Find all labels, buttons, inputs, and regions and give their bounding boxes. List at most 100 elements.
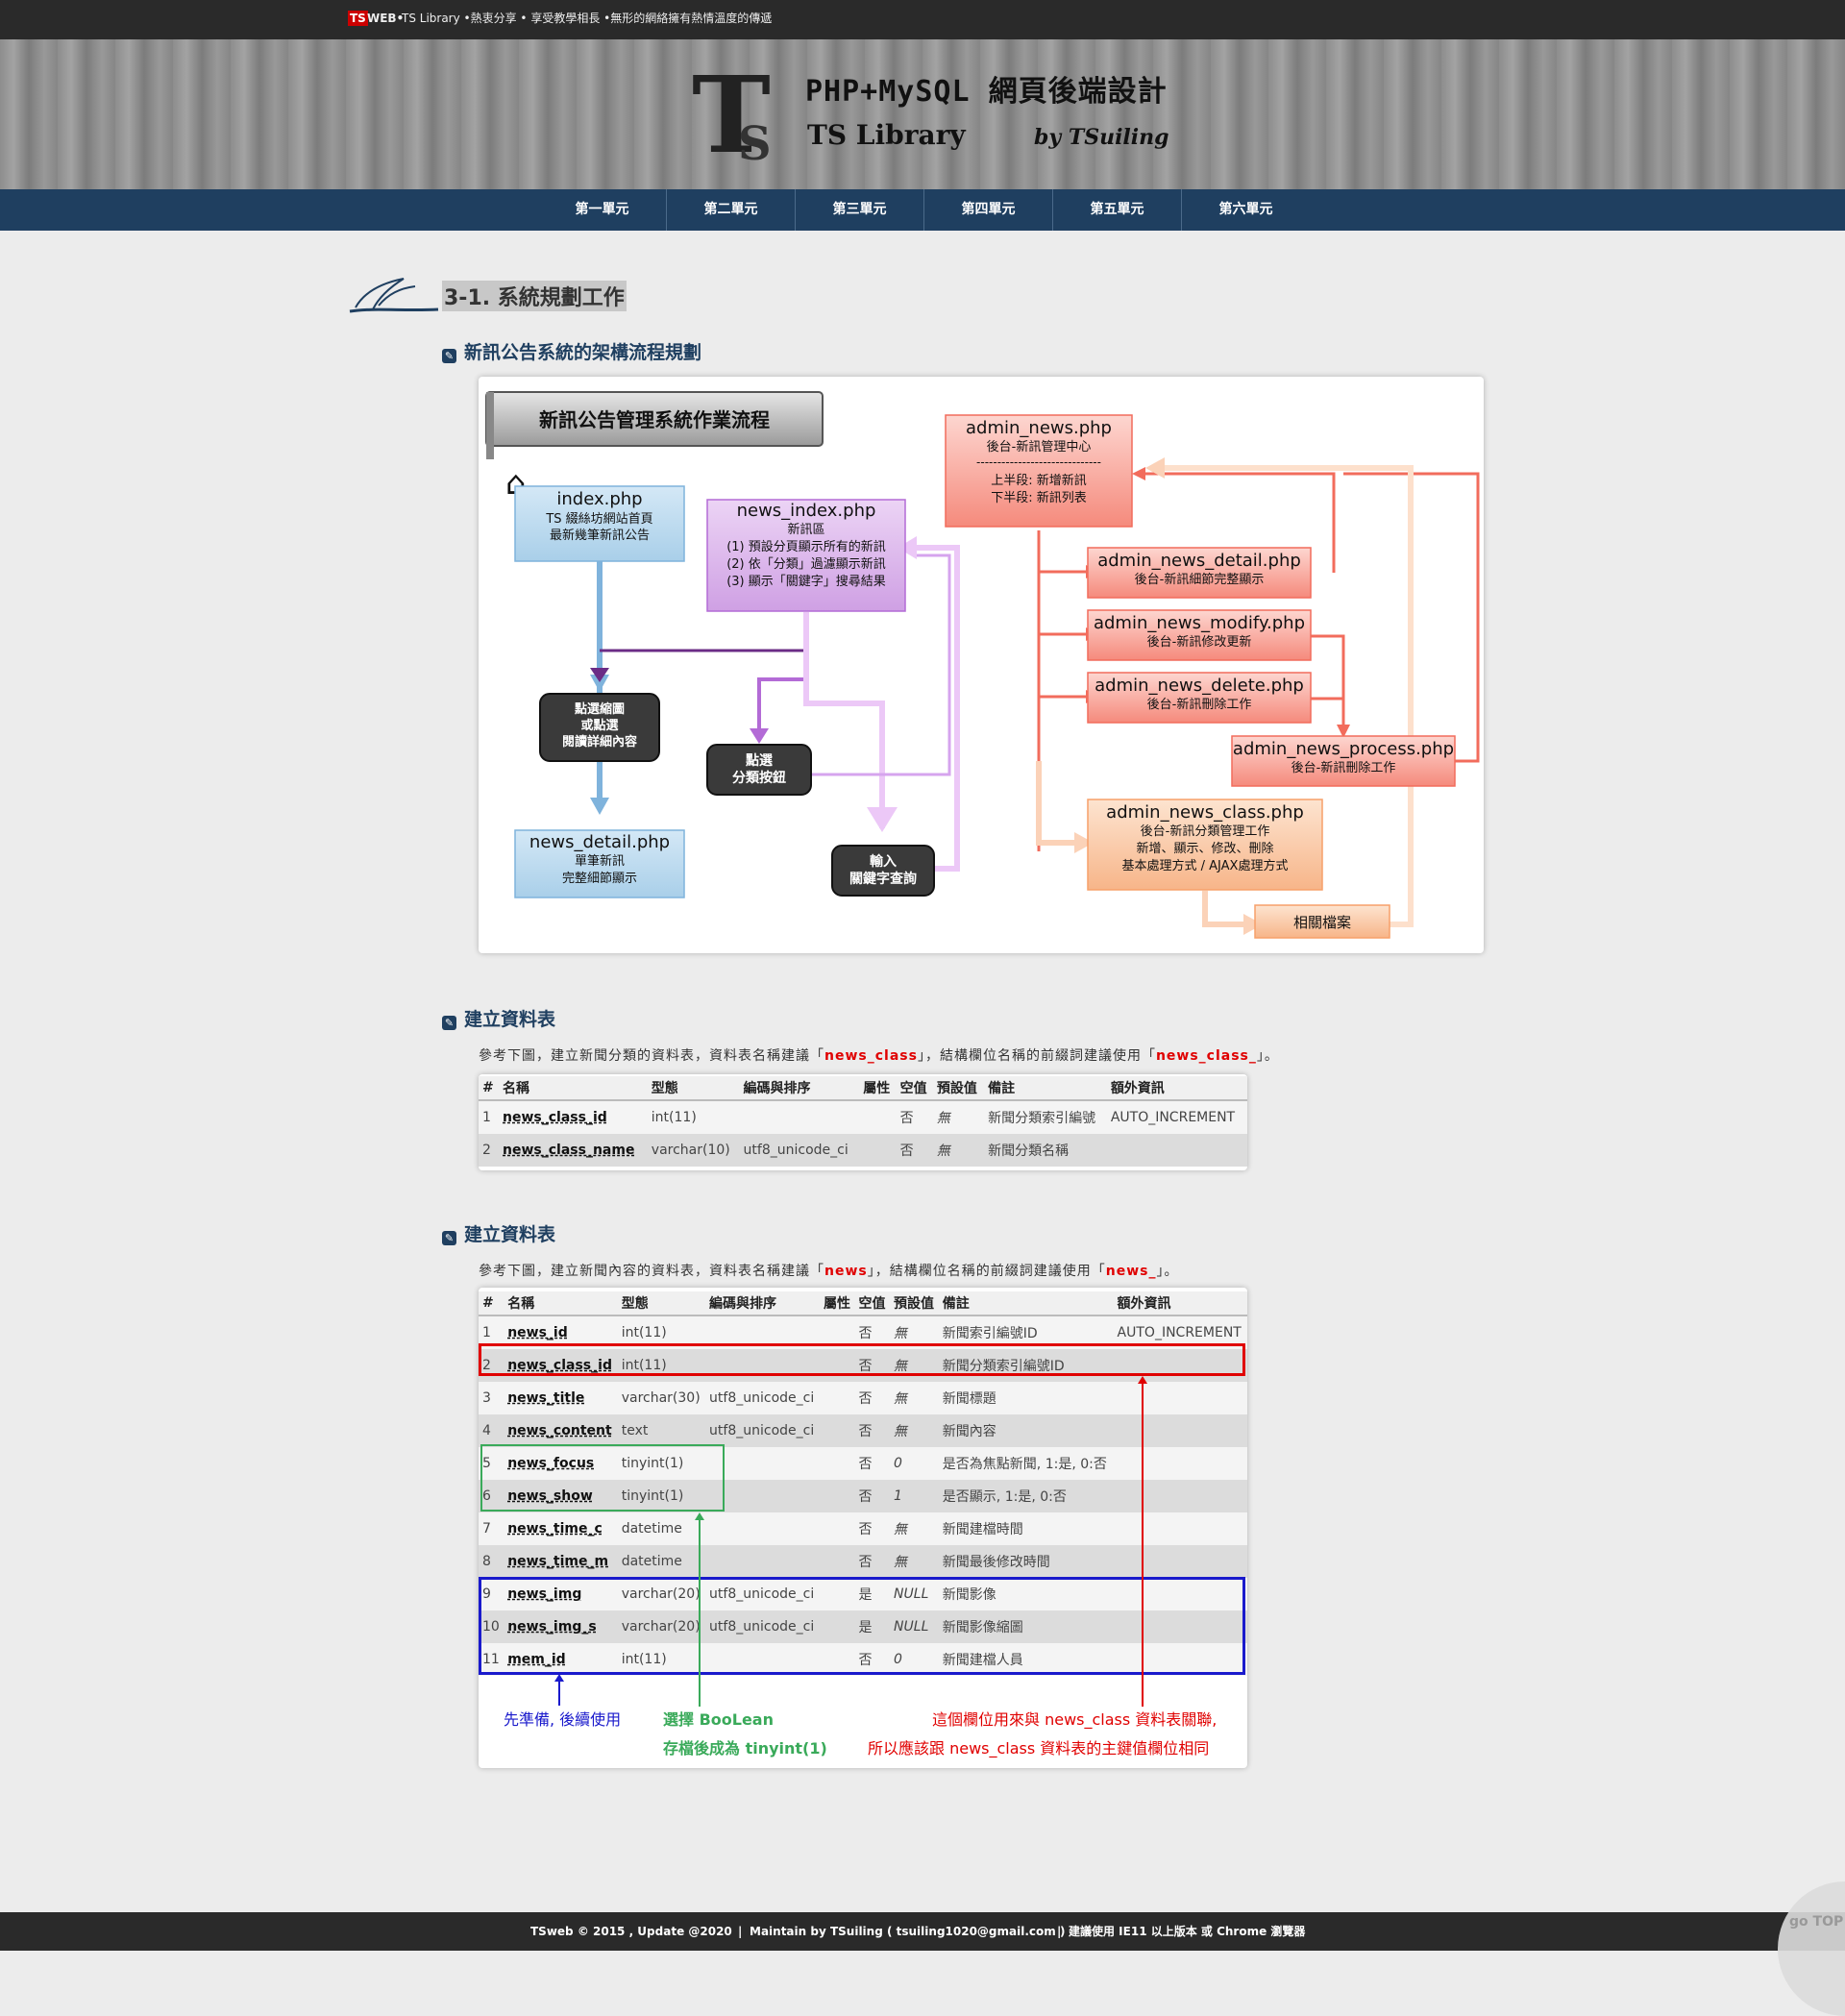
- site-author: by TSuiling: [1034, 125, 1169, 150]
- svg-text:S: S: [738, 117, 772, 171]
- section-heading: 3-1. 系統規劃工作: [346, 273, 653, 319]
- table-cell: utf8_unicode_ci: [739, 1134, 860, 1167]
- nav-unit-6[interactable]: 第六單元: [1182, 189, 1310, 231]
- quill-icon: [349, 278, 439, 313]
- column-header[interactable]: 空值: [896, 1076, 933, 1101]
- table-cell: 否: [854, 1545, 891, 1578]
- node-news-index[interactable]: news_index.php 新訊區 (1) 預設分頁顯示所有的新訊 (2) 依…: [706, 499, 906, 612]
- column-header[interactable]: 編碼與排序: [739, 1076, 860, 1101]
- column-header[interactable]: 空值: [854, 1291, 891, 1316]
- table-cell: 否: [854, 1480, 891, 1512]
- field-name[interactable]: news_title: [504, 1382, 618, 1414]
- node-admin-delete[interactable]: admin_news_delete.php 後台-新訊刪除工作: [1087, 672, 1312, 724]
- table-row[interactable]: 7 news_time_c datetime 否無新聞建檔時間: [479, 1512, 1247, 1545]
- table-cell: [819, 1382, 855, 1414]
- ts-logo-mark: TS: [348, 11, 368, 26]
- svg-text:相關檔案: 相關檔案: [1293, 914, 1351, 931]
- column-header[interactable]: 額外資訊: [1113, 1291, 1247, 1316]
- node-input-keyword[interactable]: 輸入 關鍵字查詢: [831, 845, 935, 897]
- field-name[interactable]: news_class_name: [499, 1134, 648, 1167]
- column-header[interactable]: #: [479, 1076, 499, 1101]
- svg-text:TS 綴絲坊網站首頁: TS 綴絲坊網站首頁: [545, 512, 652, 527]
- go-top-button[interactable]: go TOP: [1778, 1881, 1845, 2016]
- column-header[interactable]: 預設值: [890, 1291, 939, 1316]
- nav-unit-3[interactable]: 第三單元: [796, 189, 924, 231]
- note-blue: 先準備, 後續使用: [504, 1710, 622, 1729]
- table-cell: utf8_unicode_ci: [705, 1414, 820, 1447]
- field-name[interactable]: news_time_c: [504, 1512, 618, 1545]
- table-cell: 無: [890, 1382, 939, 1414]
- table-cell: 新聞最後修改時間: [938, 1545, 1114, 1578]
- footer-divider: |: [738, 1925, 743, 1938]
- svg-text:或點選: 或點選: [580, 718, 618, 733]
- column-header[interactable]: 型態: [647, 1076, 740, 1101]
- node-click-class[interactable]: 點選 分類按鈕: [706, 744, 812, 796]
- column-header[interactable]: 名稱: [504, 1291, 618, 1316]
- node-news-detail[interactable]: news_detail.php 單筆新訊 完整細節顯示: [514, 829, 685, 898]
- subheading-create-table-1: ✎ 建立資料表: [442, 1005, 555, 1031]
- table-cell: [819, 1447, 855, 1480]
- table-row[interactable]: 1 news_class_id int(11) 否無新聞分類索引編號 AUTO_INCR…: [479, 1100, 1247, 1134]
- table-cell: 2: [479, 1134, 499, 1167]
- node-admin-modify[interactable]: admin_news_modify.php 後台-新訊修改更新: [1087, 609, 1312, 661]
- svg-text:單筆新訊: 單筆新訊: [575, 853, 625, 869]
- node-index[interactable]: ⌂ index.php TS 綴絲坊網站首頁 最新幾筆新訊公告: [505, 464, 685, 562]
- table-cell: utf8_unicode_ci: [705, 1382, 820, 1414]
- node-admin-news[interactable]: admin_news.php 後台-新訊管理中心 ---------------…: [945, 414, 1133, 528]
- column-header[interactable]: 備註: [938, 1291, 1114, 1316]
- table-cell: [1113, 1414, 1247, 1447]
- nav-unit-4[interactable]: 第四單元: [924, 189, 1053, 231]
- table-cell: 無: [932, 1100, 985, 1134]
- column-header[interactable]: 預設值: [932, 1076, 985, 1101]
- table-row[interactable]: 8 news_time_m datetime 否無新聞最後修改時間: [479, 1545, 1247, 1578]
- table-row[interactable]: 2 news_class_name varchar(10) utf8_unicode_…: [479, 1134, 1247, 1167]
- table-row[interactable]: 3 news_title varchar(30) utf8_unicode_ci 否無新…: [479, 1382, 1247, 1414]
- table-cell: [1113, 1480, 1247, 1512]
- column-header[interactable]: 名稱: [499, 1076, 648, 1101]
- table-row[interactable]: 4 news_content text utf8_unicode_ci 否無新聞內容: [479, 1414, 1247, 1447]
- table-cell: [859, 1100, 897, 1134]
- note-green-2: 存檔後成為 tinyint(1): [663, 1739, 827, 1758]
- svg-text:admin_news_process.php: admin_news_process.php: [1233, 739, 1454, 759]
- node-click-thumb[interactable]: 點選縮圖 或點選 閱讀詳細內容: [539, 693, 660, 762]
- column-header[interactable]: #: [479, 1291, 504, 1316]
- column-header[interactable]: 屬性: [859, 1076, 897, 1101]
- top-bar: TS WEB• TS Library •熱衷分享 • 享受教學相長 •無形的網絡…: [0, 0, 1845, 39]
- node-related-files[interactable]: 相關檔案: [1254, 904, 1390, 939]
- table-cell: AUTO_INCREMENT: [1106, 1100, 1247, 1134]
- column-header[interactable]: 備註: [984, 1076, 1107, 1101]
- ts-logo-icon[interactable]: T S: [692, 56, 798, 171]
- subheading-create-table-2: ✎ 建立資料表: [442, 1220, 555, 1246]
- field-name[interactable]: news_content: [504, 1414, 618, 1447]
- field-name[interactable]: news_class_id: [499, 1100, 648, 1134]
- table-cell: 0: [890, 1447, 939, 1480]
- table-cell: 4: [479, 1414, 504, 1447]
- table-cell: 1: [890, 1480, 939, 1512]
- highlight-green-box: [480, 1444, 725, 1512]
- table-cell: 無: [932, 1134, 985, 1167]
- svg-text:輸入: 輸入: [870, 853, 897, 870]
- column-header[interactable]: 額外資訊: [1106, 1076, 1247, 1101]
- table-cell: 否: [854, 1447, 891, 1480]
- column-header[interactable]: 編碼與排序: [705, 1291, 820, 1316]
- nav-unit-2[interactable]: 第二單元: [667, 189, 796, 231]
- field-name[interactable]: news_time_m: [504, 1545, 618, 1578]
- svg-text:完整細節顯示: 完整細節顯示: [562, 872, 637, 886]
- node-admin-detail[interactable]: admin_news_detail.php 後台-新訊細節完整顯示: [1087, 547, 1312, 599]
- node-admin-class[interactable]: admin_news_class.php 後台-新訊分類管理工作 新增、顯示、修…: [1087, 799, 1323, 891]
- svg-text:分類按鈕: 分類按鈕: [732, 770, 786, 786]
- table1-description: 參考下圖，建立新聞分類的資料表，資料表名稱建議「news_class」，結構欄位…: [479, 1048, 1279, 1064]
- node-admin-process[interactable]: admin_news_process.php 後台-新訊刪除工作: [1231, 735, 1456, 787]
- svg-text:後台-新訊刪除工作: 後台-新訊刪除工作: [1147, 697, 1252, 712]
- table-cell: datetime: [617, 1545, 706, 1578]
- nav-unit-5[interactable]: 第五單元: [1053, 189, 1182, 231]
- table-cell: 否: [896, 1134, 933, 1167]
- column-header[interactable]: 型態: [617, 1291, 706, 1316]
- table-cell: 否: [854, 1382, 891, 1414]
- nav-unit-1[interactable]: 第一單元: [538, 189, 667, 231]
- svg-text:------------------------------: ------------------------------: [976, 455, 1101, 469]
- column-header[interactable]: 屬性: [819, 1291, 855, 1316]
- table-cell: 8: [479, 1545, 504, 1578]
- footer-maintain[interactable]: Maintain by TSuiling ( tsuiling1020@gmai…: [750, 1912, 1065, 1951]
- site-title: PHP+MySQL 網頁後端設計: [805, 75, 1168, 109]
